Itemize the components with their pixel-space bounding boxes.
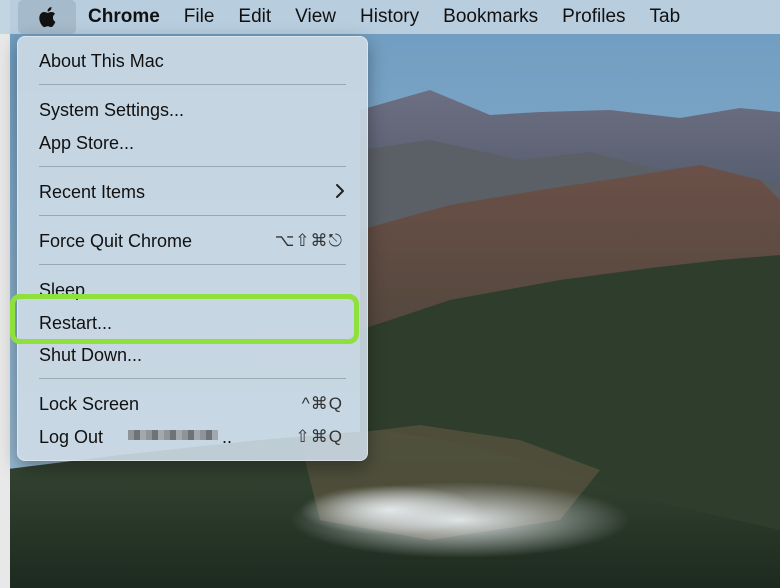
separator <box>39 215 346 216</box>
menu-view[interactable]: View <box>283 0 348 34</box>
menu-tab[interactable]: Tab <box>638 0 693 34</box>
menu-chrome[interactable]: Chrome <box>76 0 172 34</box>
lock-screen-shortcut: ^⌘Q <box>301 394 343 413</box>
menu-item-about[interactable]: About This Mac <box>18 46 367 76</box>
redacted-username <box>128 430 218 440</box>
apple-menu-dropdown: About This Mac System Settings... App St… <box>17 36 368 461</box>
menu-item-label: About This Mac <box>39 50 164 71</box>
apple-menu-button[interactable] <box>18 0 76 34</box>
menu-item-label: Lock Screen <box>39 393 140 414</box>
separator <box>39 264 346 265</box>
menu-edit[interactable]: Edit <box>226 0 283 34</box>
chevron-right-icon <box>336 184 344 198</box>
menu-bookmarks[interactable]: Bookmarks <box>431 0 550 34</box>
log-out-shortcut: ⇧⌘Q <box>295 427 343 446</box>
menu-history[interactable]: History <box>348 0 431 34</box>
separator <box>39 166 346 167</box>
menu-item-label: System Settings... <box>39 99 185 120</box>
menu-file[interactable]: File <box>172 0 227 34</box>
apple-logo-icon <box>39 7 56 28</box>
menu-item-force-quit[interactable]: Force Quit Chrome ⌥⇧⌘⎋ <box>18 226 367 256</box>
menu-item-recent-items[interactable]: Recent Items <box>18 177 367 207</box>
screen-edge <box>0 0 10 588</box>
menu-item-label: Force Quit Chrome <box>39 230 193 251</box>
menu-item-system-settings[interactable]: System Settings... <box>18 95 367 125</box>
menu-item-label: App Store... <box>39 132 135 153</box>
menu-item-lock-screen[interactable]: Lock Screen ^⌘Q <box>18 389 367 419</box>
restart-highlight-annotation <box>10 294 359 344</box>
menu-item-shut-down[interactable]: Shut Down... <box>18 340 367 370</box>
menu-item-label: Recent Items <box>39 181 146 202</box>
menu-item-app-store[interactable]: App Store... <box>18 128 367 158</box>
log-out-suffix: .. <box>222 426 233 447</box>
menu-bar: Chrome File Edit View History Bookmarks … <box>0 0 780 34</box>
menu-item-label: Shut Down... <box>39 344 143 365</box>
separator <box>39 84 346 85</box>
force-quit-shortcut: ⌥⇧⌘⎋ <box>274 231 343 250</box>
separator <box>39 378 346 379</box>
menu-profiles[interactable]: Profiles <box>550 0 637 34</box>
menu-item-label: Log Out <box>39 426 104 447</box>
